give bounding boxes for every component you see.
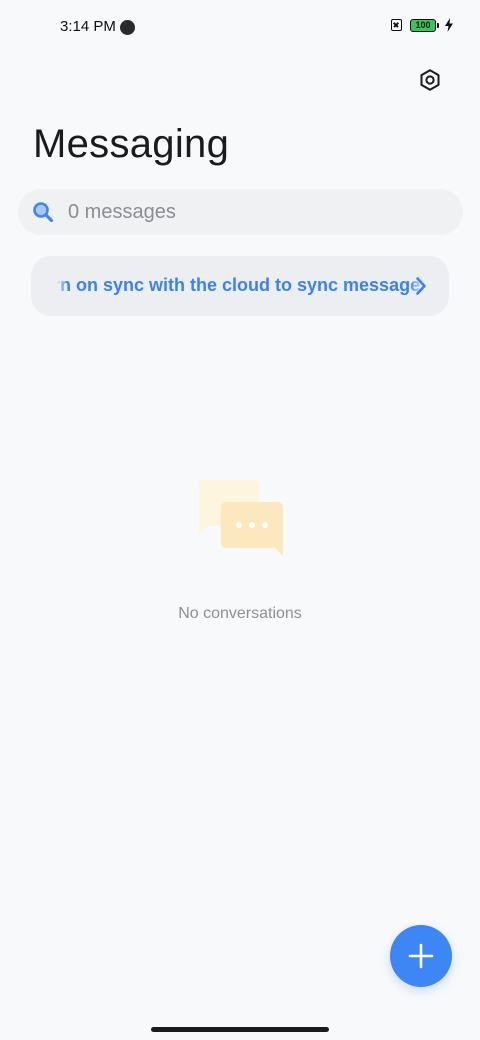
cloud-sync-banner[interactable]: rn on sync with the cloud to sync messag…: [31, 256, 449, 316]
plus-icon: [408, 943, 434, 969]
notification-dot-icon: [120, 20, 135, 35]
empty-state-text: No conversations: [178, 605, 302, 622]
charging-bolt-icon: [445, 18, 453, 32]
search-input[interactable]: [68, 189, 443, 235]
sync-banner-text: rn on sync with the cloud to sync messag…: [57, 275, 421, 295]
sync-text-container: rn on sync with the cloud to sync messag…: [57, 256, 425, 316]
chat-bubbles-icon: [199, 480, 283, 556]
settings-button[interactable]: [410, 60, 450, 100]
search-icon: [33, 202, 54, 223]
search-bar[interactable]: [18, 189, 463, 235]
settings-hexagon-icon: [420, 69, 440, 91]
status-indicators: 100: [391, 18, 454, 32]
home-indicator[interactable]: [151, 1027, 329, 1032]
battery-icon: 100: [410, 18, 439, 32]
status-time: 3:14 PM: [60, 18, 116, 35]
status-bar: 3:14 PM 100: [0, 0, 480, 56]
page-title: Messaging: [33, 122, 230, 166]
chevron-right-icon: [416, 277, 426, 295]
new-conversation-button[interactable]: [390, 925, 452, 987]
no-sim-icon: [391, 19, 402, 31]
